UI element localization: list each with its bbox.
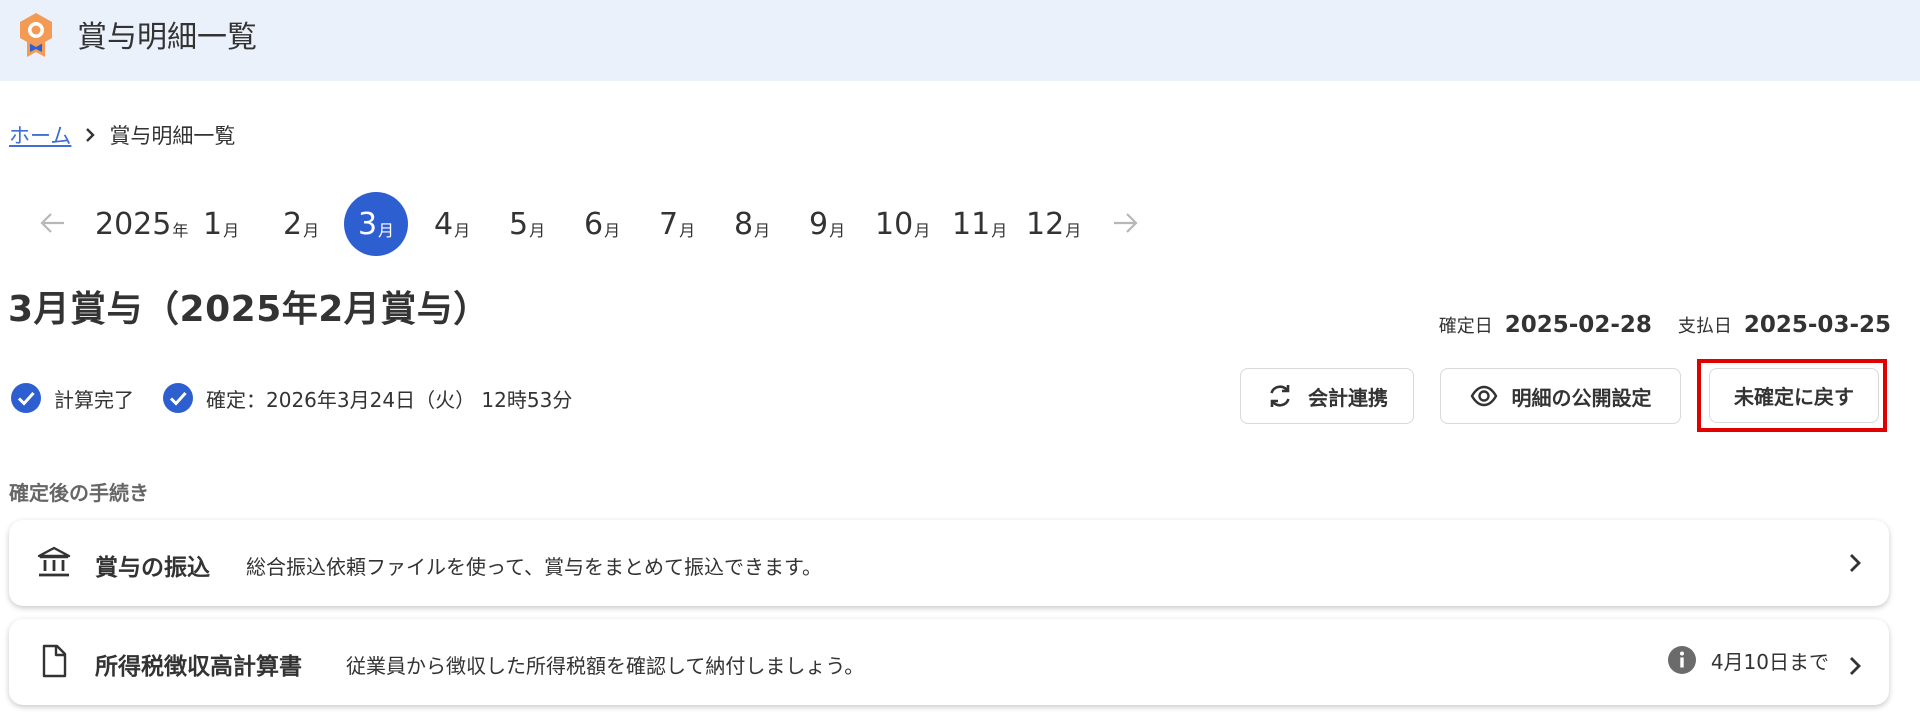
status-row: 計算完了 確定：2026年3月24日（火） 12時53分 <box>10 382 600 414</box>
medal-icon <box>20 13 52 57</box>
card-description: 総合振込依頼ファイルを使って、賞与をまとめて振込できます。 <box>246 555 822 579</box>
revert-to-unconfirmed-button[interactable]: 未確定に戻す <box>1709 368 1879 423</box>
check-circle-icon <box>163 383 193 413</box>
sync-icon <box>1270 385 1290 407</box>
eye-icon <box>1470 385 1497 407</box>
pay-date-value: 2025-03-25 <box>1743 312 1891 338</box>
deadline-text: 4月10日まで <box>1710 649 1829 674</box>
next-year-arrow-icon[interactable] <box>1110 210 1140 236</box>
check-circle-icon <box>11 383 41 413</box>
publish-settings-button[interactable]: 明細の公開設定 <box>1440 368 1681 424</box>
page-title: 3月賞与（2025年2月賞与） <box>8 289 490 330</box>
bonus-dates: 確定日 2025-02-28 支払日 2025-03-25 <box>1439 312 1891 338</box>
page-header: 賞与明細一覧 <box>0 0 1920 81</box>
breadcrumb-home-link[interactable]: ホーム <box>9 120 71 150</box>
month-8[interactable]: 8月 <box>734 192 770 256</box>
document-icon <box>42 644 67 678</box>
month-3-selected[interactable]: 3月 <box>344 192 408 256</box>
prev-year-arrow-icon[interactable] <box>38 210 68 236</box>
chevron-right-icon <box>1850 657 1861 675</box>
month-1[interactable]: 1月 <box>203 192 239 256</box>
info-icon <box>1667 646 1696 674</box>
month-7[interactable]: 7月 <box>659 192 695 256</box>
chevron-right-icon <box>86 128 96 142</box>
confirmed-status: 確定：2026年3月24日（火） 12時53分 <box>206 387 573 412</box>
accounting-sync-label: 会計連携 <box>1308 385 1388 410</box>
confirm-date-value: 2025-02-28 <box>1504 312 1652 338</box>
section-label: 確定後の手続き <box>9 481 149 505</box>
card-description: 従業員から徴収した所得税額を確認して納付しましょう。 <box>346 654 865 678</box>
calc-done-status: 計算完了 <box>54 387 134 412</box>
deadline: 4月10日まで <box>1667 645 1829 675</box>
month-navigation: 2025 年 1月 2月 3月 4月 5月 6月 7月 8月 9月 10 月 11 月… <box>30 192 1160 256</box>
month-12[interactable]: 12 月 <box>1026 192 1081 256</box>
card-title: 賞与の振込 <box>95 555 210 581</box>
page-header-title: 賞与明細一覧 <box>77 20 257 55</box>
chevron-right-icon <box>1850 554 1861 572</box>
pay-date-label: 支払日 <box>1677 316 1732 337</box>
card-title: 所得税徴収高計算書 <box>95 654 302 680</box>
month-2[interactable]: 2月 <box>283 192 319 256</box>
month-9[interactable]: 9月 <box>809 192 845 256</box>
month-11[interactable]: 11 月 <box>952 192 1007 256</box>
confirm-date-label: 確定日 <box>1438 316 1493 337</box>
publish-settings-label: 明細の公開設定 <box>1511 385 1652 410</box>
month-4[interactable]: 4月 <box>434 192 470 256</box>
breadcrumb-current: 賞与明細一覧 <box>109 124 236 148</box>
breadcrumb: ホーム 賞与明細一覧 <box>9 120 235 150</box>
income-tax-statement-card[interactable]: 所得税徴収高計算書 従業員から徴収した所得税額を確認して納付しましょう。 4月1… <box>9 619 1889 705</box>
accounting-sync-button[interactable]: 会計連携 <box>1240 368 1414 424</box>
year-label: 2025 年 <box>95 206 189 242</box>
month-6[interactable]: 6月 <box>584 192 620 256</box>
month-10[interactable]: 10 月 <box>875 192 930 256</box>
month-5[interactable]: 5月 <box>509 192 545 256</box>
bonus-transfer-card[interactable]: 賞与の振込 総合振込依頼ファイルを使って、賞与をまとめて振込できます。 <box>9 520 1889 606</box>
highlight-box: 未確定に戻す <box>1697 359 1887 432</box>
bank-icon <box>37 546 71 577</box>
